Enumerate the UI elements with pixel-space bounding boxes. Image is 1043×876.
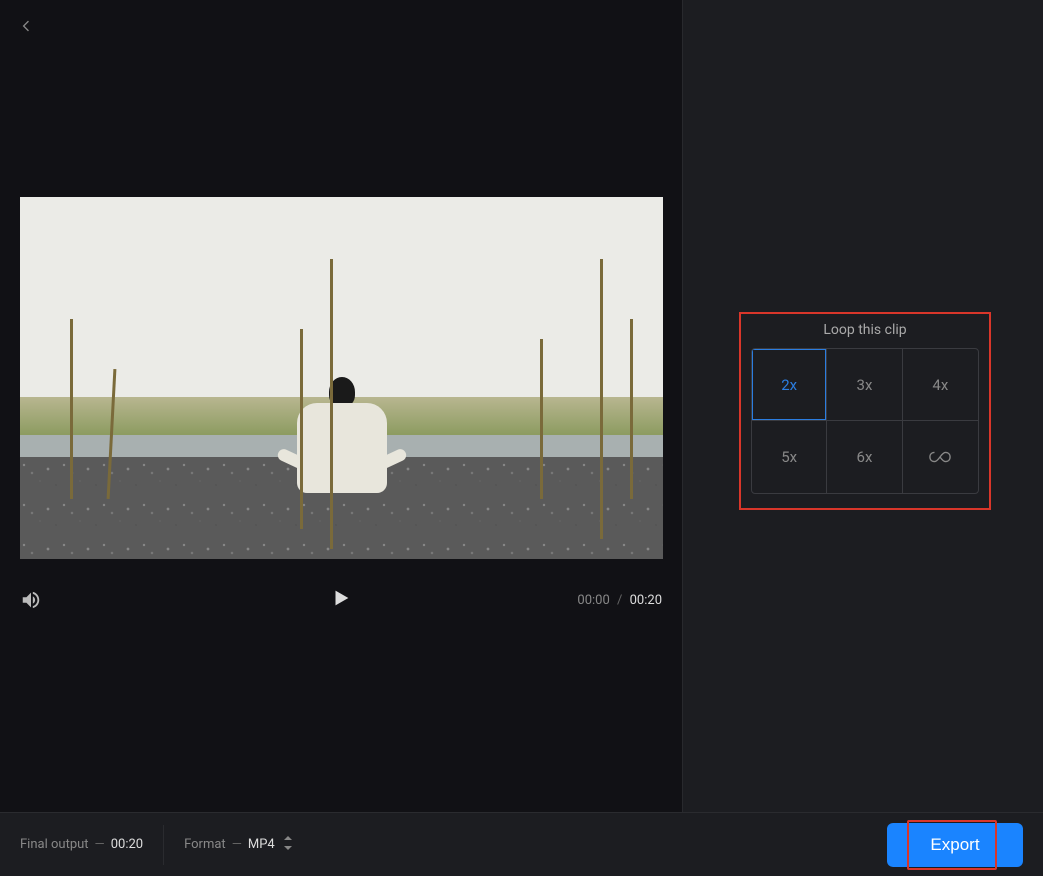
loop-panel: Loop this clip 2x 3x 4x 5x 6x xyxy=(739,312,991,510)
time-display: 00:00 / 00:20 xyxy=(577,593,662,608)
play-button[interactable] xyxy=(330,587,352,613)
preview-panel: 00:00 / 00:20 xyxy=(0,0,683,812)
player-controls: 00:00 / 00:20 xyxy=(20,580,662,620)
format-value: MP4 xyxy=(248,837,275,852)
chevron-left-icon xyxy=(18,18,34,34)
play-icon xyxy=(330,587,352,609)
loop-option-3x[interactable]: 3x xyxy=(827,349,902,421)
bottom-bar: Final output — 00:20 Format — MP4 Export xyxy=(0,812,1043,876)
select-arrows-icon xyxy=(283,836,293,854)
volume-icon xyxy=(20,589,42,611)
loop-title: Loop this clip xyxy=(751,320,979,348)
back-button[interactable] xyxy=(14,14,38,38)
loop-option-infinite[interactable] xyxy=(903,421,978,493)
volume-button[interactable] xyxy=(20,589,42,611)
settings-panel: Loop this clip 2x 3x 4x 5x 6x xyxy=(683,0,1043,812)
current-time: 00:00 xyxy=(577,593,609,608)
export-button[interactable]: Export xyxy=(887,823,1023,867)
final-output-value: 00:20 xyxy=(111,837,143,852)
time-separator: / xyxy=(617,593,622,608)
format-select[interactable]: MP4 xyxy=(248,836,293,854)
infinity-icon xyxy=(929,450,951,464)
export-label: Export xyxy=(930,835,979,854)
format-label: Format xyxy=(184,837,226,852)
format-group: Format — MP4 xyxy=(184,836,293,854)
loop-option-6x[interactable]: 6x xyxy=(827,421,902,493)
duration: 00:20 xyxy=(630,593,662,608)
loop-option-5x[interactable]: 5x xyxy=(752,421,827,493)
loop-grid: 2x 3x 4x 5x 6x xyxy=(751,348,979,494)
final-output-label: Final output xyxy=(20,837,89,852)
final-output-group: Final output — 00:20 xyxy=(20,837,143,852)
loop-option-4x[interactable]: 4x xyxy=(903,349,978,421)
loop-option-2x[interactable]: 2x xyxy=(752,349,827,421)
video-preview xyxy=(20,197,663,559)
